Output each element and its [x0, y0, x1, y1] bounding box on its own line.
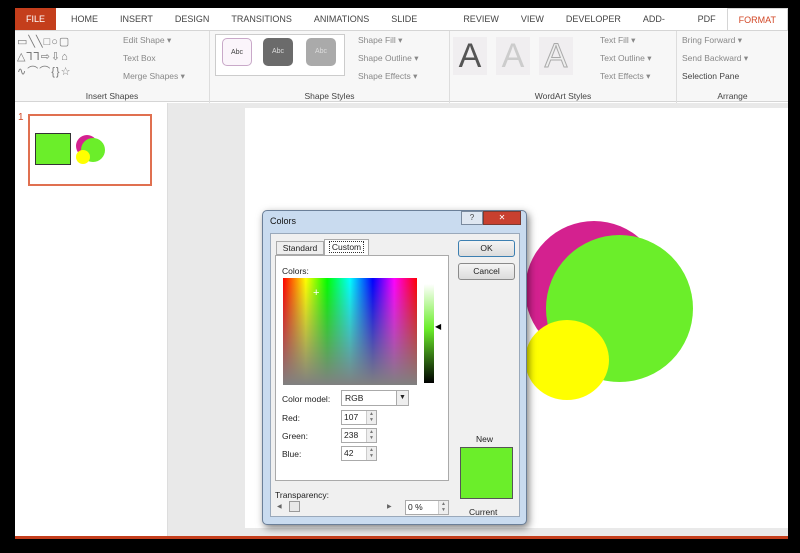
red-label: Red: [282, 413, 300, 423]
circle-yellow[interactable] [525, 320, 609, 400]
tab-design[interactable]: DESIGN [164, 8, 221, 30]
selection-pane-button[interactable]: Selection Pane [682, 71, 739, 81]
dialog-body: Standard Custom Colors: + ◀ Color model:… [270, 233, 520, 517]
thumb-square [35, 133, 71, 165]
tab-animations[interactable]: ANIMATIONS [303, 8, 380, 30]
red-input[interactable]: 107 ▲ ▼ [341, 410, 377, 425]
group-label: Arrange [717, 91, 748, 101]
blue-label: Blue: [282, 449, 302, 459]
group-label: Insert Shapes [85, 91, 139, 101]
spinner-icon[interactable]: ▲ ▼ [366, 447, 376, 460]
color-model-select[interactable]: RGB ▼ [341, 390, 409, 406]
transparency-value: 0 % [408, 502, 423, 512]
tab-view[interactable]: VIEW [510, 8, 555, 30]
ribbon: ▭╲╲□○▢ △⅂⅂⇨⇩⌂ ∿⌒⌒{}☆ Edit Shape ▾ Text Box… [15, 30, 788, 103]
status-bar-accent [15, 536, 788, 539]
shape-style-gray[interactable]: Abc [306, 38, 336, 66]
bring-forward-button[interactable]: Bring Forward ▾ [682, 35, 742, 46]
transparency-label: Transparency: [275, 490, 330, 500]
tab-pdf[interactable]: PDF [687, 8, 727, 30]
tab-custom-label: Custom [328, 241, 365, 253]
group-shape-styles: Abc Abc Abc Shape Fill ▾ Shape Outline ▾… [210, 31, 450, 103]
tab-slide-show[interactable]: SLIDE SHOW [380, 8, 452, 46]
slide-thumbnail[interactable] [28, 114, 152, 186]
send-backward-button[interactable]: Send Backward ▾ [682, 53, 748, 64]
group-wordart-styles: A A A Text Fill ▾ Text Outline ▾ Text Ef… [450, 31, 677, 103]
crosshair-icon: + [313, 287, 320, 299]
ok-button[interactable]: OK [458, 240, 515, 257]
green-input[interactable]: 238 ▲ ▼ [341, 428, 377, 443]
spinner-icon[interactable]: ▲ ▼ [366, 429, 376, 442]
slide-thumbnails-pane: 1 [15, 103, 168, 538]
blue-value: 42 [344, 448, 354, 458]
blue-input[interactable]: 42 ▲ ▼ [341, 446, 377, 461]
shape-effects-button[interactable]: Shape Effects ▾ [358, 71, 417, 82]
color-model-value: RGB [345, 393, 364, 403]
cancel-button[interactable]: Cancel [458, 263, 515, 280]
close-button[interactable]: ✕ [483, 211, 521, 225]
red-value: 107 [344, 412, 359, 422]
new-label: New [476, 434, 494, 444]
tab-add-ins[interactable]: ADD-INS [632, 8, 687, 46]
edit-shape-button[interactable]: Edit Shape ▾ [123, 35, 171, 46]
text-box-button[interactable]: Text Box [123, 53, 156, 63]
transparency-input[interactable]: 0 % ▲ ▼ [405, 500, 449, 515]
color-preview [460, 447, 513, 499]
group-insert-shapes: ▭╲╲□○▢ △⅂⅂⇨⇩⌂ ∿⌒⌒{}☆ Edit Shape ▾ Text Box… [15, 31, 210, 103]
group-label: WordArt Styles [534, 91, 592, 101]
tab-insert[interactable]: INSERT [109, 8, 164, 30]
shapes-gallery[interactable]: ▭╲╲□○▢ △⅂⅂⇨⇩⌂ ∿⌒⌒{}☆ [17, 35, 109, 81]
custom-panel: Colors: + ◀ Color model: RGB ▼ Red: 107 ▲ ▼… [275, 255, 449, 481]
wordart-style-3[interactable]: A [539, 37, 573, 76]
tab-transitions[interactable]: TRANSITIONS [220, 8, 303, 30]
color-spectrum[interactable]: + [283, 278, 417, 385]
ribbon-tabs: FILE HOME INSERT DESIGN TRANSITIONS ANIM… [15, 8, 788, 46]
green-label: Green: [282, 431, 308, 441]
shape-outline-button[interactable]: Shape Outline ▾ [358, 53, 419, 64]
green-value: 238 [344, 430, 359, 440]
right-arrow-icon: ▶ [387, 504, 392, 510]
tab-file[interactable]: FILE [15, 8, 57, 30]
luminance-slider[interactable] [424, 284, 434, 383]
tab-developer[interactable]: DEVELOPER [555, 8, 632, 30]
tab-custom[interactable]: Custom [324, 239, 369, 256]
current-label: Current [469, 507, 498, 517]
tab-home[interactable]: HOME [60, 8, 109, 30]
colors-label: Colors: [282, 266, 309, 276]
text-fill-button[interactable]: Text Fill ▾ [600, 35, 635, 46]
help-button[interactable]: ? [461, 211, 483, 225]
transparency-slider[interactable]: ◀ ▶ [275, 501, 395, 512]
group-label: Shape Styles [304, 91, 355, 101]
tab-format[interactable]: FORMAT [726, 8, 788, 30]
chevron-down-icon: ▼ [396, 391, 408, 405]
shape-fill-button[interactable]: Shape Fill ▾ [358, 35, 402, 46]
text-outline-button[interactable]: Text Outline ▾ [600, 53, 652, 64]
shape-style-dark[interactable]: Abc [263, 38, 293, 66]
group-arrange: Bring Forward ▾ Send Backward ▾ Selectio… [677, 31, 788, 103]
thumb-circle-yellow [76, 150, 90, 164]
merge-shapes-button[interactable]: Merge Shapes ▾ [123, 71, 185, 82]
left-arrow-icon: ◀ [277, 504, 282, 510]
wordart-style-1[interactable]: A [453, 37, 487, 75]
tab-review[interactable]: REVIEW [452, 8, 510, 30]
text-effects-button[interactable]: Text Effects ▾ [600, 71, 650, 82]
tab-standard[interactable]: Standard [276, 241, 324, 255]
colors-dialog: Colors ? ✕ Standard Custom Colors: + ◀ C… [262, 210, 527, 525]
dialog-title: Colors [270, 216, 297, 226]
shape-style-light[interactable]: Abc [222, 38, 252, 66]
spinner-icon[interactable]: ▲ ▼ [438, 501, 448, 514]
spinner-icon[interactable]: ▲ ▼ [366, 411, 376, 424]
color-model-label: Color model: [282, 394, 331, 404]
luminance-arrow-icon[interactable]: ◀ [435, 322, 441, 331]
slide-number: 1 [18, 112, 24, 123]
wordart-style-2[interactable]: A [496, 37, 530, 75]
slider-thumb[interactable] [289, 501, 300, 512]
